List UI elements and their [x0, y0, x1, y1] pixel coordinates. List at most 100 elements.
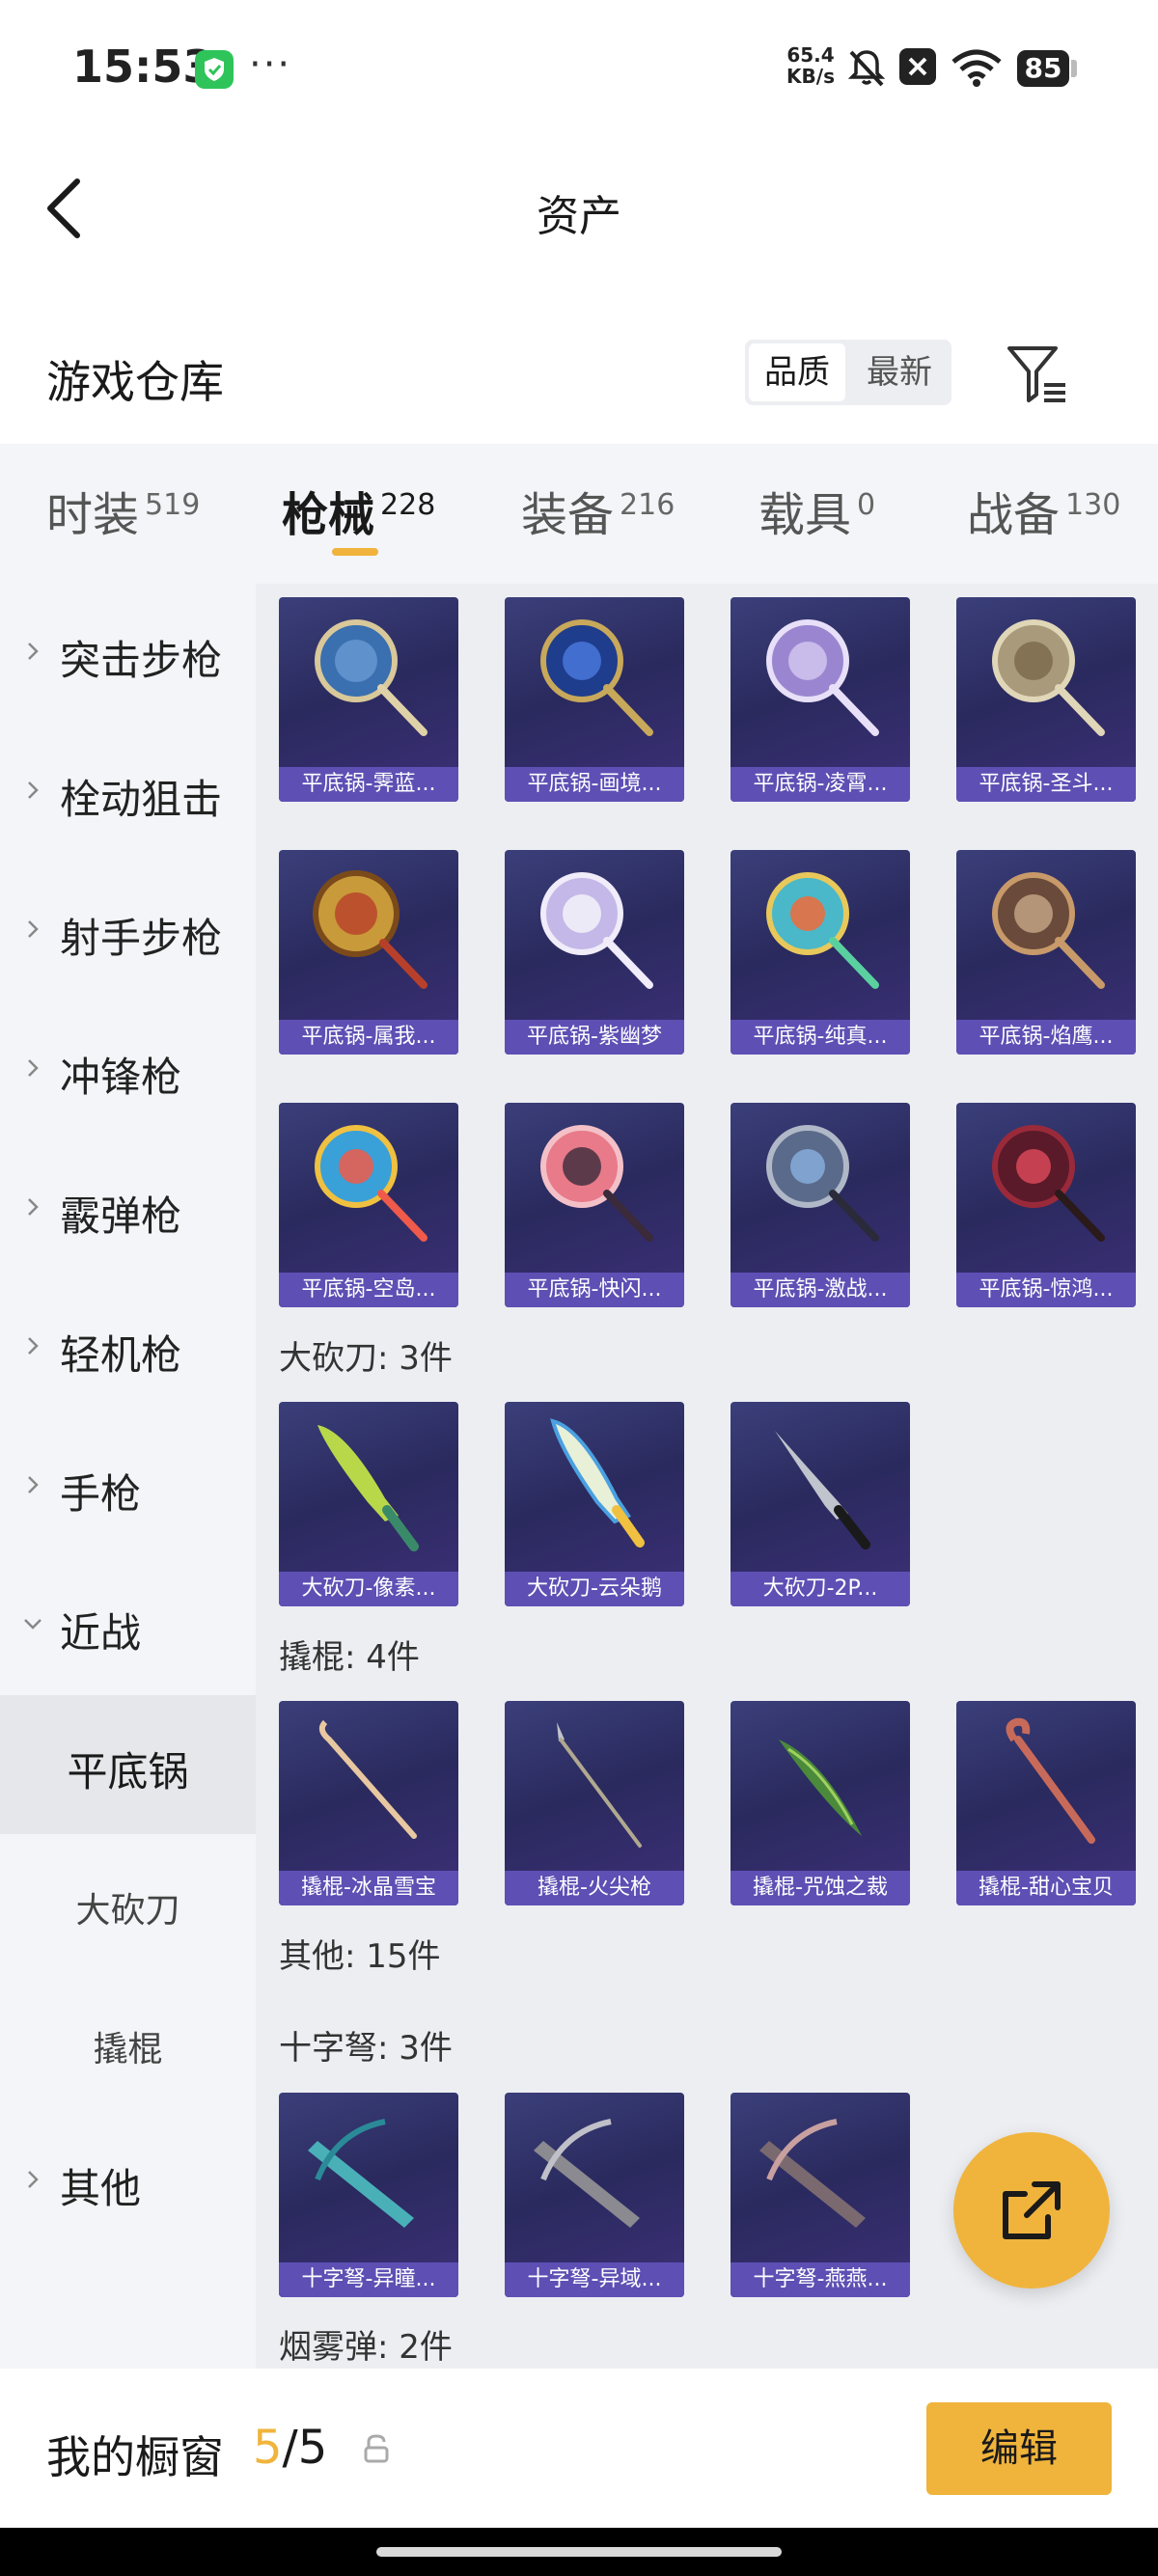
item-card-pan[interactable]: 平底锅-霁蓝... — [279, 597, 458, 802]
active-tab-indicator — [332, 548, 378, 556]
crossbow-icon — [759, 2119, 866, 2228]
candy-cane-icon — [1006, 1717, 1095, 1844]
item-card-crowbar[interactable]: 撬棍-冰晶雪宝 — [279, 1701, 458, 1905]
group-title-crowbar: 撬棍: 4件 — [279, 1638, 420, 1677]
item-card-crossbow[interactable]: 十字弩-燕燕... — [731, 2093, 910, 2297]
frying-pan-icon — [315, 619, 427, 736]
sidebar-sub-machete[interactable]: 大砍刀 — [0, 1834, 256, 1973]
sidebar-item-lmg[interactable]: 轻机枪 — [0, 1278, 256, 1417]
group-title-other: 其他: 15件 — [279, 1937, 441, 1976]
frying-pan-icon — [315, 1125, 427, 1242]
item-card-crowbar[interactable]: 撬棍-甜心宝贝 — [956, 1701, 1136, 1905]
item-card-crowbar[interactable]: 撬棍-火尖枪 — [505, 1701, 684, 1905]
item-card-pan[interactable]: 平底锅-凌霄... — [731, 597, 910, 802]
home-indicator[interactable] — [376, 2547, 782, 2557]
status-time: 15:53 — [72, 41, 214, 93]
tab-firearms[interactable]: 枪械 228 — [282, 477, 435, 544]
sidebar-item-shotgun[interactable]: 霰弹枪 — [0, 1139, 256, 1278]
frying-pan-icon — [540, 872, 653, 989]
item-card-crossbow[interactable]: 十字弩-异域... — [505, 2093, 684, 2297]
item-card-pan[interactable]: 平底锅-属我... — [279, 850, 458, 1055]
chevron-down-icon — [24, 1619, 41, 1630]
chevron-right-icon — [28, 920, 39, 938]
item-card-pan[interactable]: 平底锅-纯真... — [731, 850, 910, 1055]
sidebar-item-bolt-sniper[interactable]: 栓动狙击 — [0, 723, 256, 862]
sidebar-sub-frying-pan[interactable]: 平底锅 — [0, 1695, 256, 1834]
chevron-right-icon — [28, 781, 39, 799]
item-card-machete[interactable]: 大砍刀-2P... — [731, 1402, 910, 1606]
item-grid: 平底锅-霁蓝... 平底锅-画境... 平底锅-凌霄... 平底锅-圣斗... … — [256, 584, 1158, 2369]
tab-fashion[interactable]: 时装 519 — [46, 477, 200, 544]
showcase-count: 5/5 — [253, 2421, 328, 2475]
item-card-pan[interactable]: 平底锅-紫幽梦 — [505, 850, 684, 1055]
edit-button[interactable]: 编辑 — [926, 2402, 1112, 2495]
crossbow-icon — [534, 2119, 640, 2228]
sidebar-item-smg[interactable]: 冲锋枪 — [0, 1000, 256, 1139]
chevron-right-icon — [28, 1476, 39, 1494]
showcase-bar: 我的橱窗 5/5 编辑 — [0, 2369, 1158, 2528]
crossbow-icon — [308, 2119, 414, 2228]
security-shield-icon — [195, 50, 234, 89]
sidebar-item-pistol[interactable]: 手枪 — [0, 1417, 256, 1556]
machete-icon — [317, 1425, 419, 1551]
item-card-pan[interactable]: 平底锅-激战... — [731, 1103, 910, 1307]
showcase-label: 我的橱窗 — [46, 2431, 224, 2483]
group-title-machete: 大砍刀: 3件 — [279, 1339, 453, 1378]
item-card-pan[interactable]: 平底锅-圣斗... — [956, 597, 1136, 802]
chevron-right-icon — [28, 1337, 39, 1355]
net-speed: 65.4 KB/s — [786, 43, 835, 88]
more-notifications-icon: ··· — [249, 42, 292, 87]
machete-icon — [550, 1418, 645, 1548]
item-card-crowbar[interactable]: 撬棍-咒蚀之裁 — [731, 1701, 910, 1905]
lock-open-icon[interactable] — [363, 2434, 390, 2463]
tab-equipment[interactable]: 装备 216 — [521, 477, 675, 544]
item-card-pan[interactable]: 平底锅-快闪... — [505, 1103, 684, 1307]
share-button[interactable] — [953, 2132, 1110, 2288]
crowbar-icon — [318, 1719, 417, 1839]
sort-toggle: 品质 最新 — [745, 340, 951, 405]
page-title: 资产 — [537, 192, 621, 241]
frying-pan-icon — [992, 872, 1105, 989]
spear-icon — [557, 1722, 642, 1848]
filter-button[interactable] — [1004, 343, 1071, 406]
item-card-pan[interactable]: 平底锅-画境... — [505, 597, 684, 802]
frying-pan-icon — [766, 872, 879, 989]
frying-pan-icon — [313, 870, 427, 989]
cursed-blade-icon — [779, 1740, 862, 1836]
tab-vehicles[interactable]: 载具 0 — [758, 477, 875, 544]
sidebar-item-other[interactable]: 其他 — [0, 2112, 256, 2251]
item-card-crossbow[interactable]: 十字弩-异瞳... — [279, 2093, 458, 2297]
battery-cap — [1071, 60, 1077, 77]
chevron-right-icon — [28, 2171, 39, 2188]
warehouse-title: 游戏仓库 — [46, 356, 224, 408]
item-card-machete[interactable]: 大砍刀-云朵鹅 — [505, 1402, 684, 1606]
sidebar-item-marksman-rifle[interactable]: 射手步枪 — [0, 862, 256, 1000]
frying-pan-icon — [766, 619, 879, 736]
chevron-right-icon — [28, 1059, 39, 1077]
frying-pan-icon — [540, 619, 653, 736]
frying-pan-icon — [766, 1125, 879, 1242]
sort-quality-option[interactable]: 品质 — [749, 343, 845, 401]
battery-level: 85 — [1017, 50, 1069, 87]
sidebar: 突击步枪 栓动狙击 射手步枪 冲锋枪 霰弹枪 轻机枪 手枪 近战 平底锅 大砍刀… — [0, 584, 256, 2369]
machete-icon — [775, 1431, 870, 1549]
bell-muted-icon — [847, 50, 886, 87]
tab-combat-prep[interactable]: 战备 130 — [967, 477, 1120, 544]
frying-pan-icon — [540, 1125, 653, 1242]
sidebar-sub-crowbar[interactable]: 撬棍 — [0, 1973, 256, 2112]
sim-off-icon — [899, 48, 936, 85]
item-card-pan[interactable]: 平底锅-焰鹰... — [956, 850, 1136, 1055]
sidebar-item-assault-rifle[interactable]: 突击步枪 — [0, 584, 256, 723]
share-external-icon — [1003, 2181, 1061, 2239]
group-title-smoke: 烟雾弹: 2件 — [279, 2328, 453, 2367]
category-tabs: 时装 519 枪械 228 装备 216 载具 0 战备 130 — [0, 444, 1158, 584]
sort-newest-option[interactable]: 最新 — [851, 340, 948, 405]
sidebar-item-melee[interactable]: 近战 — [0, 1556, 256, 1695]
item-card-machete[interactable]: 大砍刀-像素... — [279, 1402, 458, 1606]
frying-pan-icon — [992, 619, 1105, 736]
chevron-right-icon — [28, 1198, 39, 1216]
frying-pan-icon — [992, 1125, 1105, 1242]
item-card-pan[interactable]: 平底锅-空岛... — [279, 1103, 458, 1307]
item-card-pan[interactable]: 平底锅-惊鸿... — [956, 1103, 1136, 1307]
wifi-icon — [951, 49, 1002, 87]
